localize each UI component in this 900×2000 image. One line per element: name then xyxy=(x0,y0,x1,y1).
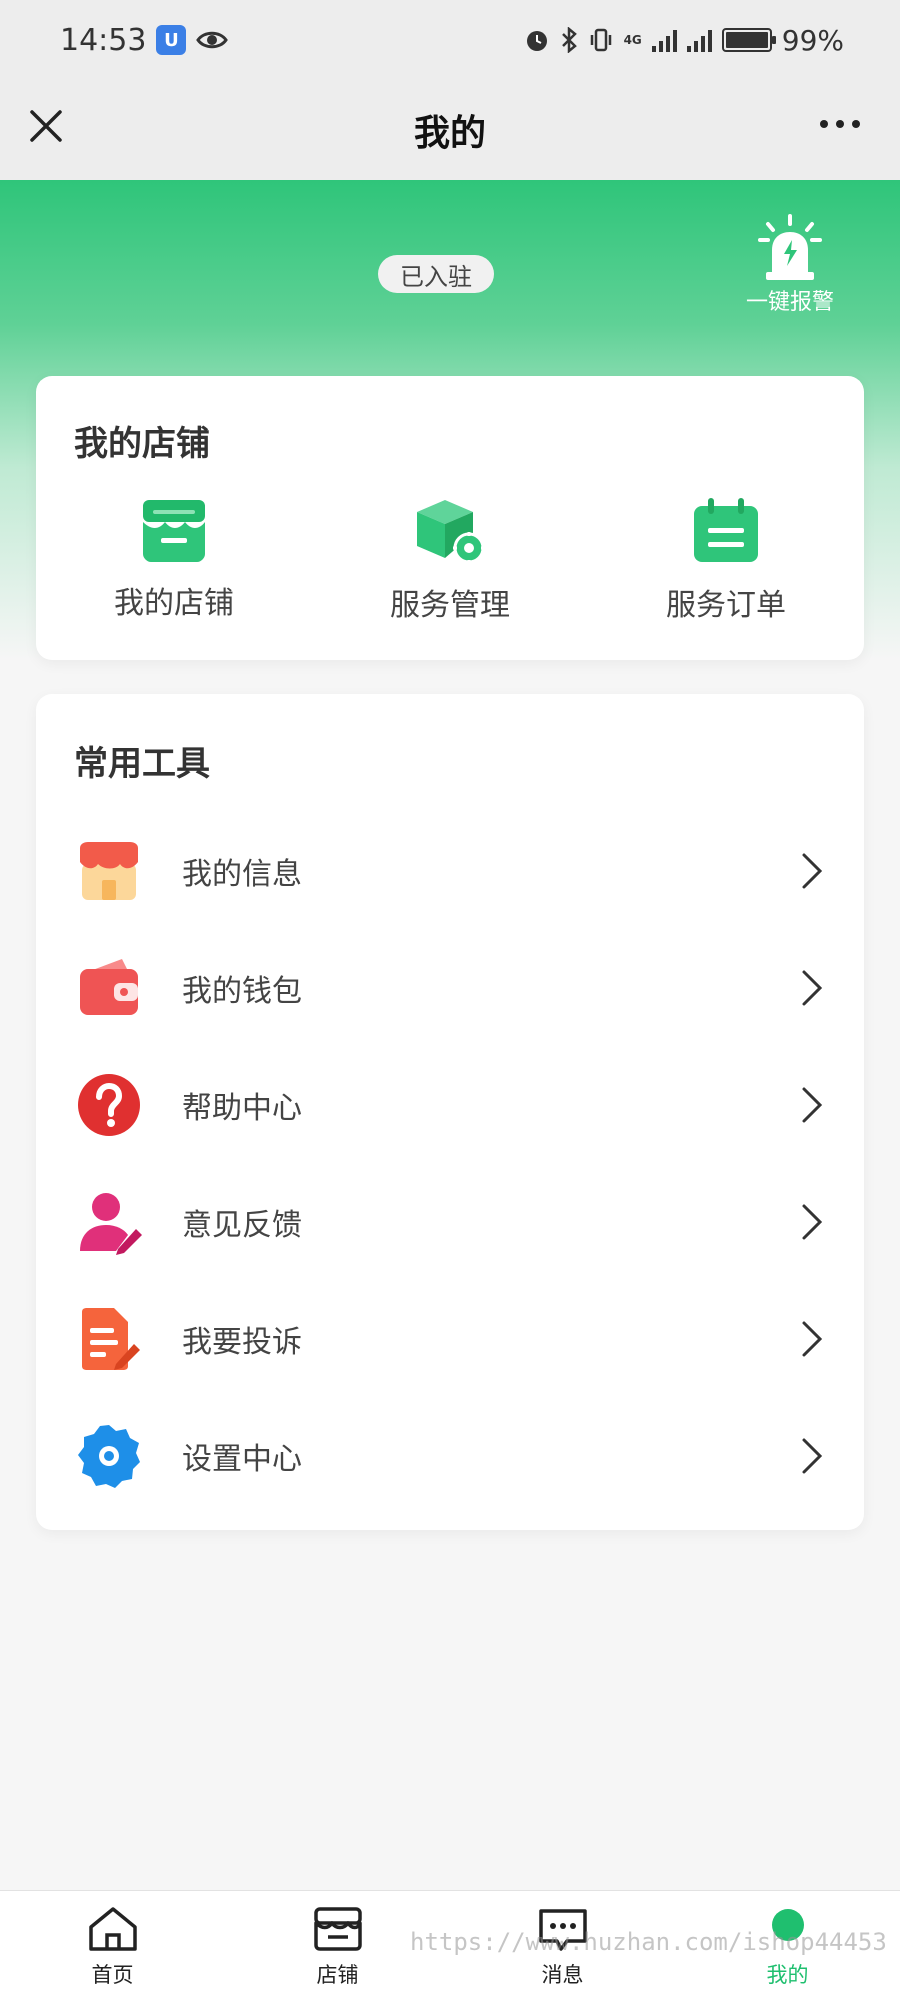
alarm-label: 一键报警 xyxy=(745,290,834,315)
tab-label: 消息 xyxy=(541,1963,584,1987)
chevron-right-icon xyxy=(802,1204,823,1239)
chevron-right-icon xyxy=(802,1321,823,1356)
tool-label: 我要投诉 xyxy=(182,1324,302,1360)
shop-info-icon xyxy=(76,838,142,904)
chevron-right-icon xyxy=(802,1087,823,1122)
home-icon xyxy=(88,1907,137,1951)
signal-icon xyxy=(651,28,677,52)
complaint-icon xyxy=(76,1306,142,1372)
common-tools-card: 常用工具 我的信息 我的钱包 帮助中心 意见反馈 我要投诉 设置中心 xyxy=(36,694,864,1530)
service-orders-label: 服务订单 xyxy=(666,588,786,623)
status-time: 14:53 xyxy=(60,22,147,58)
store-grid: 我的店铺 服务管理 服务订单 xyxy=(36,496,864,624)
status-right: 4G 99% xyxy=(524,24,844,57)
tool-row-wallet[interactable]: 我的钱包 xyxy=(36,929,864,1046)
store-icon xyxy=(143,500,205,562)
tab-shop[interactable]: 店铺 xyxy=(225,1891,450,2000)
feedback-icon xyxy=(76,1189,142,1255)
tool-label: 意见反馈 xyxy=(182,1207,302,1243)
tab-profile[interactable]: 我的 xyxy=(675,1891,900,2000)
status-left: 14:53 U xyxy=(60,22,229,58)
service-box-icon xyxy=(417,500,485,564)
signal-icon-2 xyxy=(686,28,712,52)
store-item-label: 我的店铺 xyxy=(114,586,234,621)
tool-row-my-info[interactable]: 我的信息 xyxy=(36,812,864,929)
battery-icon xyxy=(721,28,776,52)
tab-messages[interactable]: 消息 xyxy=(450,1891,675,2000)
settings-icon xyxy=(76,1423,142,1489)
service-orders-button[interactable]: 服务订单 xyxy=(588,496,864,624)
tool-row-settings[interactable]: 设置中心 xyxy=(36,1397,864,1514)
shop-icon xyxy=(313,1907,362,1951)
tool-row-feedback[interactable]: 意见反馈 xyxy=(36,1163,864,1280)
network-type-label: 4G xyxy=(623,33,642,47)
nav-bar: 我的 xyxy=(0,80,900,180)
page-title: 我的 xyxy=(413,113,486,154)
battery-percent: 99% xyxy=(781,23,844,57)
service-management-label: 服务管理 xyxy=(390,588,510,623)
tool-label: 我的信息 xyxy=(182,856,302,892)
message-icon xyxy=(538,1909,587,1951)
tools-card-title: 常用工具 xyxy=(74,744,210,784)
joined-status-badge: 已入驻 xyxy=(378,255,494,293)
store-card-title: 我的店铺 xyxy=(74,424,210,464)
wallet-icon xyxy=(76,955,142,1021)
tab-label: 我的 xyxy=(766,1963,809,1987)
bottom-tab-bar: 首页 店铺 消息 我的 xyxy=(0,1890,900,2000)
tab-label: 首页 xyxy=(91,1963,134,1987)
chevron-right-icon xyxy=(802,853,823,888)
tool-label: 我的钱包 xyxy=(182,973,302,1009)
close-icon[interactable] xyxy=(26,106,66,146)
tool-label: 设置中心 xyxy=(182,1441,302,1477)
alarm-clock-icon xyxy=(526,31,547,51)
my-store-card: 我的店铺 我的店铺 服务管理 服务订单 xyxy=(36,376,864,660)
tab-home[interactable]: 首页 xyxy=(0,1891,225,2000)
profile-icon xyxy=(771,1909,804,1941)
service-management-button[interactable]: 服务管理 xyxy=(312,496,588,624)
tool-row-help[interactable]: 帮助中心 xyxy=(36,1046,864,1163)
eye-icon xyxy=(196,31,229,49)
chevron-right-icon xyxy=(802,1438,823,1473)
tab-label: 店铺 xyxy=(316,1963,359,1987)
tool-label: 帮助中心 xyxy=(182,1090,302,1126)
emergency-alarm-button[interactable]: 一键报警 xyxy=(740,212,840,316)
vibrate-icon xyxy=(590,28,611,52)
app-notification-icon: U xyxy=(156,25,187,55)
help-icon xyxy=(76,1072,142,1138)
alarm-siren-icon xyxy=(758,214,822,280)
bluetooth-icon xyxy=(561,27,577,53)
tool-row-complaint[interactable]: 我要投诉 xyxy=(36,1280,864,1397)
status-bar: 14:53 U 4G 99% xyxy=(0,0,900,80)
chevron-right-icon xyxy=(802,970,823,1005)
more-icon[interactable] xyxy=(820,120,860,128)
calendar-order-icon xyxy=(694,498,758,562)
tool-list: 我的信息 我的钱包 帮助中心 意见反馈 我要投诉 设置中心 xyxy=(36,812,864,1514)
my-store-button[interactable]: 我的店铺 xyxy=(36,496,312,624)
